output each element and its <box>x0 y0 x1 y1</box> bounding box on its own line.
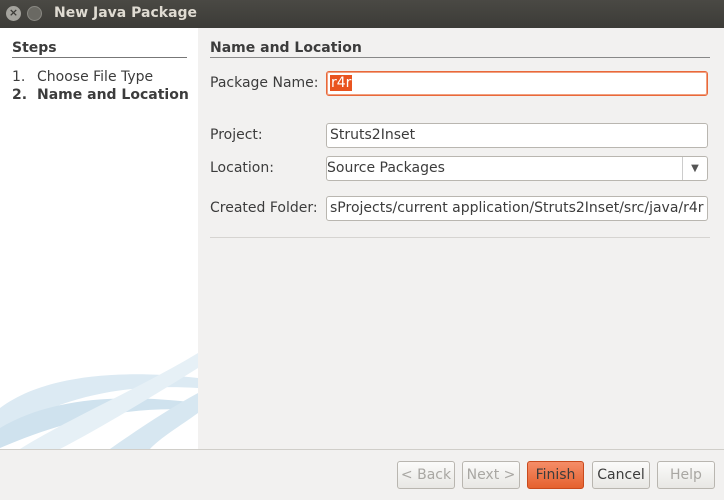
steps-divider <box>12 57 187 58</box>
step-number: 1. <box>12 69 26 85</box>
steps-title: Steps <box>12 40 57 56</box>
location-dropdown[interactable]: Source Packages ▼ <box>326 156 708 181</box>
back-button[interactable]: < Back <box>397 461 455 489</box>
content-panel: Name and Location Package Name: r4r Proj… <box>198 28 724 449</box>
step-label: Choose File Type <box>37 69 154 85</box>
created-folder-value: sProjects/current application/Struts2Ins… <box>330 200 704 216</box>
step-name-and-location: 2. Name and Location <box>12 87 189 103</box>
package-name-label-text: Package Name: <box>210 75 319 91</box>
created-folder-field[interactable]: sProjects/current application/Struts2Ins… <box>326 196 708 221</box>
created-folder-label-text: Created Folder: <box>210 200 318 216</box>
step-label: Name and Location <box>37 87 189 103</box>
minimize-icon[interactable] <box>27 6 42 21</box>
step-choose-file-type: 1. Choose File Type <box>12 69 153 85</box>
project-value: Struts2Inset <box>330 127 416 143</box>
chevron-down-icon[interactable]: ▼ <box>682 157 707 180</box>
project-label-text: Project: <box>210 127 263 143</box>
finish-button[interactable]: Finish <box>527 461 584 489</box>
steps-panel: Steps 1. Choose File Type 2. Name and Loca… <box>0 28 198 449</box>
help-button[interactable]: Help <box>657 461 715 489</box>
location-label: Location: <box>210 160 274 176</box>
package-name-input[interactable]: r4r <box>326 71 708 96</box>
section-title: Name and Location <box>210 40 362 56</box>
package-name-label: Package Name: <box>210 75 319 91</box>
project-field[interactable]: Struts2Inset <box>326 123 708 148</box>
project-label: Project: <box>210 127 263 143</box>
window-title: New Java Package <box>54 5 198 21</box>
form-separator <box>210 237 710 238</box>
title-bar: × New Java Package <box>0 0 724 28</box>
created-folder-label: Created Folder: <box>210 200 318 216</box>
step-number: 2. <box>12 87 28 103</box>
location-value: Source Packages <box>327 160 445 176</box>
cancel-button[interactable]: Cancel <box>592 461 650 489</box>
package-name-value: r4r <box>330 75 353 91</box>
section-divider <box>210 57 710 58</box>
button-bar: < Back Next > Finish Cancel Help <box>0 449 724 500</box>
location-label-text: Location: <box>210 160 274 176</box>
decorative-swoosh-graphic <box>0 353 198 449</box>
close-icon[interactable]: × <box>6 6 21 21</box>
next-button[interactable]: Next > <box>462 461 520 489</box>
